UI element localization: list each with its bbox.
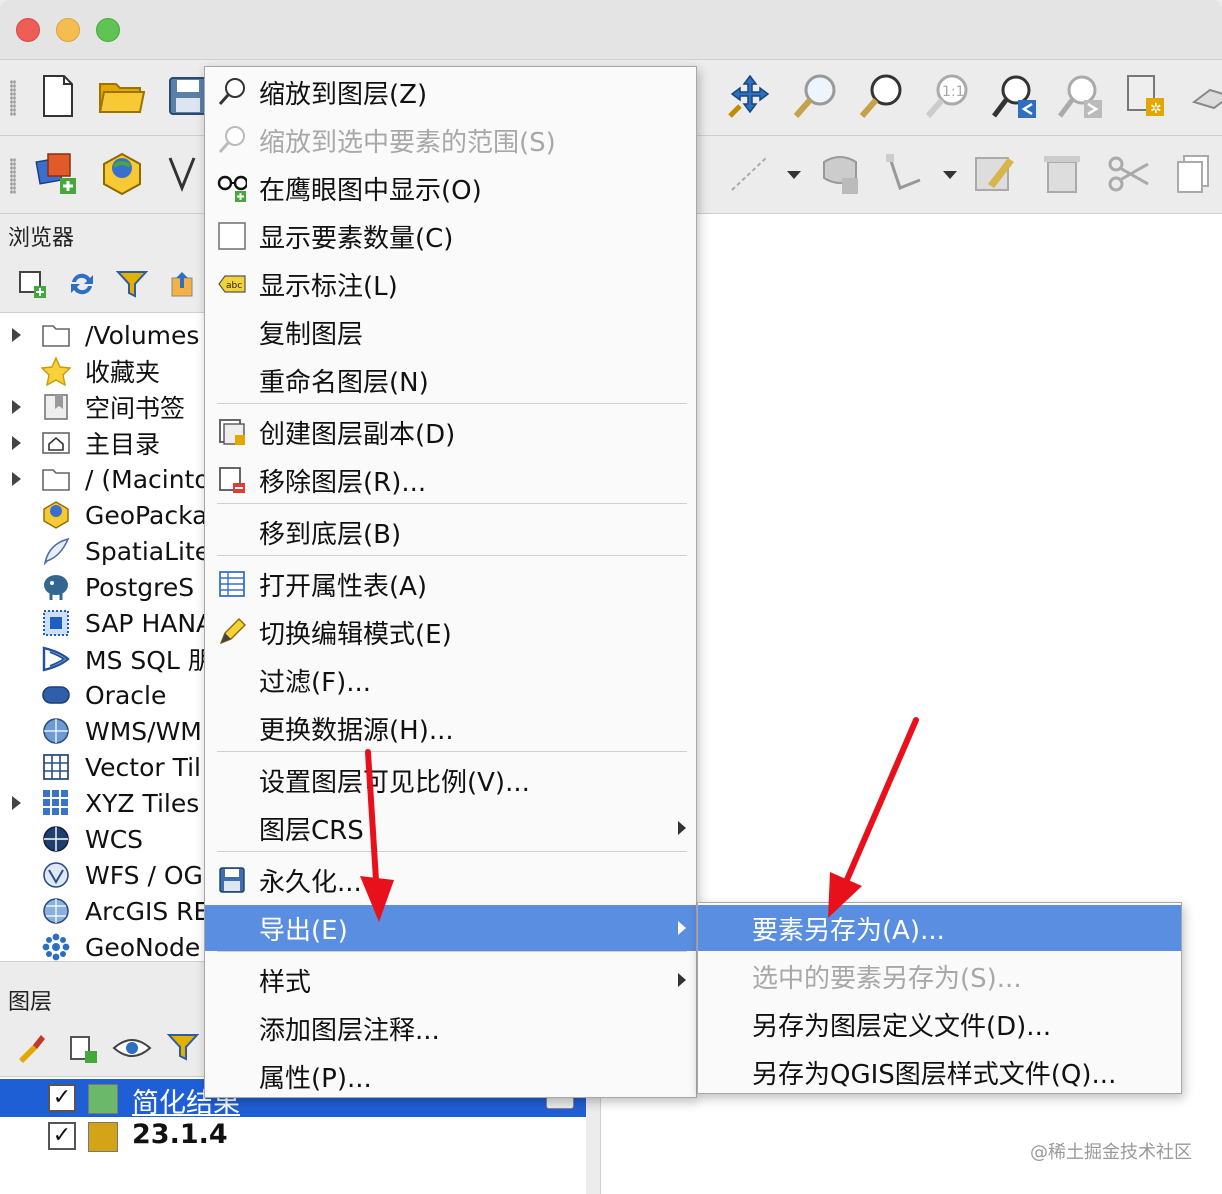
annotation-arrow-export-head [360, 876, 394, 922]
annotation-arrow-save-as [843, 717, 919, 885]
watermark: @稀土掘金技术社区 [1030, 1142, 1192, 1163]
annotation-arrows [360, 717, 919, 922]
annotation-arrow-save-as-head [828, 872, 862, 918]
annotation-arrow-export [365, 749, 379, 883]
